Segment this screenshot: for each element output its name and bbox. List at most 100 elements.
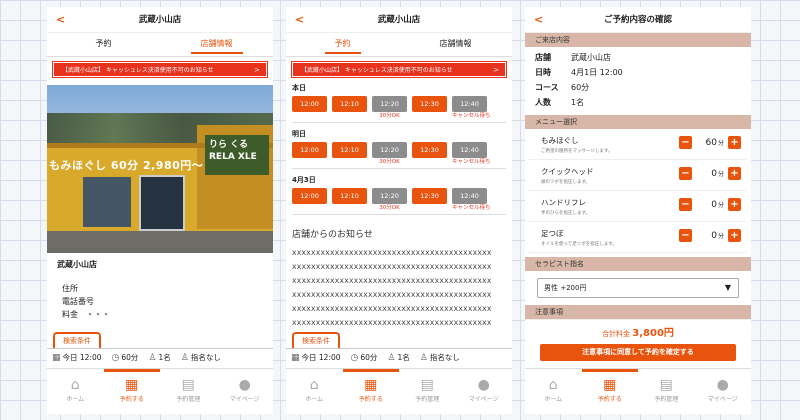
menu-item: クイックヘッド 頭のツボを指圧します。 −0分 +	[529, 160, 747, 191]
visit-value: 1名	[571, 98, 585, 107]
nav-manage[interactable]: ▤ 予約管理	[160, 369, 217, 414]
time-slot[interactable]: 12:10	[332, 96, 367, 122]
back-button[interactable]: <	[534, 7, 543, 33]
slot-time: 12:30	[412, 142, 447, 158]
news-line: XXXXXXXXXXXXXXXXXXXXXXXXXXXXXXXXXXXXXXXX…	[292, 249, 492, 257]
therapist-value: 男性 +200円	[544, 284, 587, 292]
nav-mypage[interactable]: ● マイページ	[695, 369, 752, 414]
slot-row: 12:00 12:10 12:20 30分OK 12:30 12:40 キャンセル待ち	[286, 96, 512, 122]
menu-qty-unit: 分	[717, 232, 724, 240]
visit-row: コース 60分	[525, 80, 751, 95]
nav-reserve[interactable]: ▦ 予約する	[581, 369, 638, 414]
plus-button[interactable]: +	[728, 229, 741, 242]
time-slot[interactable]: 12:40 キャンセル待ち	[452, 188, 491, 214]
menu-qty-unit: 分	[717, 170, 724, 178]
nav-label: マイページ	[707, 396, 738, 403]
time-slot[interactable]: 12:30	[412, 96, 447, 122]
plus-button[interactable]: +	[728, 198, 741, 211]
nav-reserve[interactable]: ▦ 予約する	[103, 369, 160, 414]
conditions-bar[interactable]: ▦ 今日 12:00 ◷ 60分 ♙ 1名 ♙ 指名なし	[47, 348, 273, 365]
minus-button[interactable]: −	[679, 229, 692, 242]
visit-key: 人数	[535, 98, 551, 107]
photo-sign: もみほぐし 60分 2,980円〜	[49, 159, 204, 172]
person-icon: ♙	[419, 352, 428, 363]
news-body: XXXXXXXXXXXXXXXXXXXXXXXXXXXXXXXXXXXXXXXX…	[286, 246, 512, 330]
time-slot[interactable]: 12:00	[292, 142, 327, 168]
divider	[292, 214, 506, 215]
condition-people: 1名	[158, 352, 171, 362]
condition-date: 今日 12:00	[301, 352, 341, 362]
phone-label: 電話番号	[62, 297, 94, 306]
back-button[interactable]: <	[295, 7, 304, 33]
time-slot[interactable]: 12:00	[292, 96, 327, 122]
confirm-reservation-button[interactable]: 注意事項に同意して予約を確定する	[540, 344, 736, 361]
tab-label: 予約	[95, 39, 112, 48]
person-icon: ●	[716, 377, 729, 393]
header: < 武蔵小山店	[47, 7, 273, 33]
conditions-bar[interactable]: ▦ 今日 12:00 ◷ 60分 ♙ 1名 ♙ 指名なし	[286, 348, 512, 365]
tab-reservation[interactable]: 予約	[286, 33, 399, 56]
tab-store-info[interactable]: 店舗情報	[160, 33, 273, 56]
quantity-stepper: −0分 +	[679, 167, 741, 180]
plus-button[interactable]: +	[728, 136, 741, 149]
therapist-select[interactable]: 男性 +200円 ▼	[537, 278, 739, 298]
notice-banner[interactable]: 【武蔵小山店】 キャッシュレス決済使用不可のお知らせ >	[291, 61, 507, 78]
header: < 武蔵小山店	[286, 7, 512, 33]
time-slot[interactable]: 12:00	[292, 188, 327, 214]
nav-home[interactable]: ⌂ ホーム	[47, 369, 104, 414]
calendar-store-icon: ▦	[125, 377, 139, 393]
minus-button[interactable]: −	[679, 136, 692, 149]
calendar-store-icon: ▦	[364, 377, 378, 393]
slot-time: 12:40	[452, 142, 487, 158]
calendar-icon: ▦	[52, 352, 61, 363]
search-conditions-tab[interactable]: 検索条件	[292, 332, 340, 349]
nav-label: 予約する	[358, 396, 383, 403]
quantity-stepper: −0分 +	[679, 198, 741, 211]
caret-down-icon: ▼	[724, 283, 731, 292]
nav-mypage[interactable]: ● マイページ	[456, 369, 513, 414]
menu-section-header: メニュー選択	[525, 115, 751, 129]
nav-home[interactable]: ⌂ ホーム	[286, 369, 343, 414]
clock-icon: ◷	[111, 352, 120, 363]
menu-qty: 0分	[696, 200, 724, 210]
nav-manage[interactable]: ▤ 予約管理	[638, 369, 695, 414]
search-conditions-tab[interactable]: 検索条件	[53, 332, 101, 349]
page-title: ご予約内容の確認	[603, 15, 672, 25]
menu-item: もみほぐし ご希望の箇所をマッサージします。 −60分 +	[529, 129, 747, 160]
time-slot[interactable]: 12:20 30分OK	[372, 188, 407, 214]
time-slot[interactable]: 12:30	[412, 188, 447, 214]
minus-button[interactable]: −	[679, 198, 692, 211]
time-slot[interactable]: 12:20 30分OK	[372, 142, 407, 168]
visit-value: 武蔵小山店	[571, 53, 611, 62]
notice-banner[interactable]: 【武蔵小山店】 キャッシュレス決済使用不可のお知らせ >	[52, 61, 268, 78]
plus-button[interactable]: +	[728, 167, 741, 180]
nav-manage[interactable]: ▤ 予約管理	[399, 369, 456, 414]
tab-reservation[interactable]: 予約	[47, 33, 160, 56]
time-slot[interactable]: 12:10	[332, 142, 367, 168]
bottom-nav: ⌂ ホーム ▦ 予約する ▤ 予約管理 ● マイページ	[47, 368, 273, 414]
slot-row: 12:00 12:10 12:20 30分OK 12:30 12:40 キャンセル待ち	[286, 188, 512, 214]
slot-note: キャンセル待ち	[452, 113, 491, 119]
news-line: XXXXXXXXXXXXXXXXXXXXXXXXXXXXXXXXXXXXXXXX…	[292, 263, 492, 271]
nav-mypage[interactable]: ● マイページ	[217, 369, 274, 414]
home-icon: ⌂	[548, 377, 558, 393]
tab-bar: 予約 店舗情報	[47, 33, 273, 57]
nav-label: ホーム	[66, 396, 85, 403]
nav-reserve[interactable]: ▦ 予約する	[342, 369, 399, 414]
tab-store-info[interactable]: 店舗情報	[399, 33, 512, 56]
news-line: XXXXXXXXXXXXXXXXXXXXXXXXXXXXXXXXXXXXXXXX…	[292, 305, 492, 313]
time-slot[interactable]: 12:10	[332, 188, 367, 214]
time-slot[interactable]: 12:20 30分OK	[372, 96, 407, 122]
nav-home[interactable]: ⌂ ホーム	[525, 369, 582, 414]
minus-button[interactable]: −	[679, 167, 692, 180]
tab-label: 店舗情報	[439, 39, 472, 48]
slot-time: 12:00	[292, 188, 327, 204]
back-button[interactable]: <	[56, 7, 65, 33]
slot-time: 12:10	[332, 142, 367, 158]
photo-sign-logo: りら くる RELA XLE	[205, 135, 269, 175]
total-label: 合計料金	[602, 330, 631, 338]
person-icon: ♙	[148, 352, 157, 363]
time-slot[interactable]: 12:40 キャンセル待ち	[452, 96, 491, 122]
time-slot[interactable]: 12:40 キャンセル待ち	[452, 142, 491, 168]
time-slot[interactable]: 12:30	[412, 142, 447, 168]
